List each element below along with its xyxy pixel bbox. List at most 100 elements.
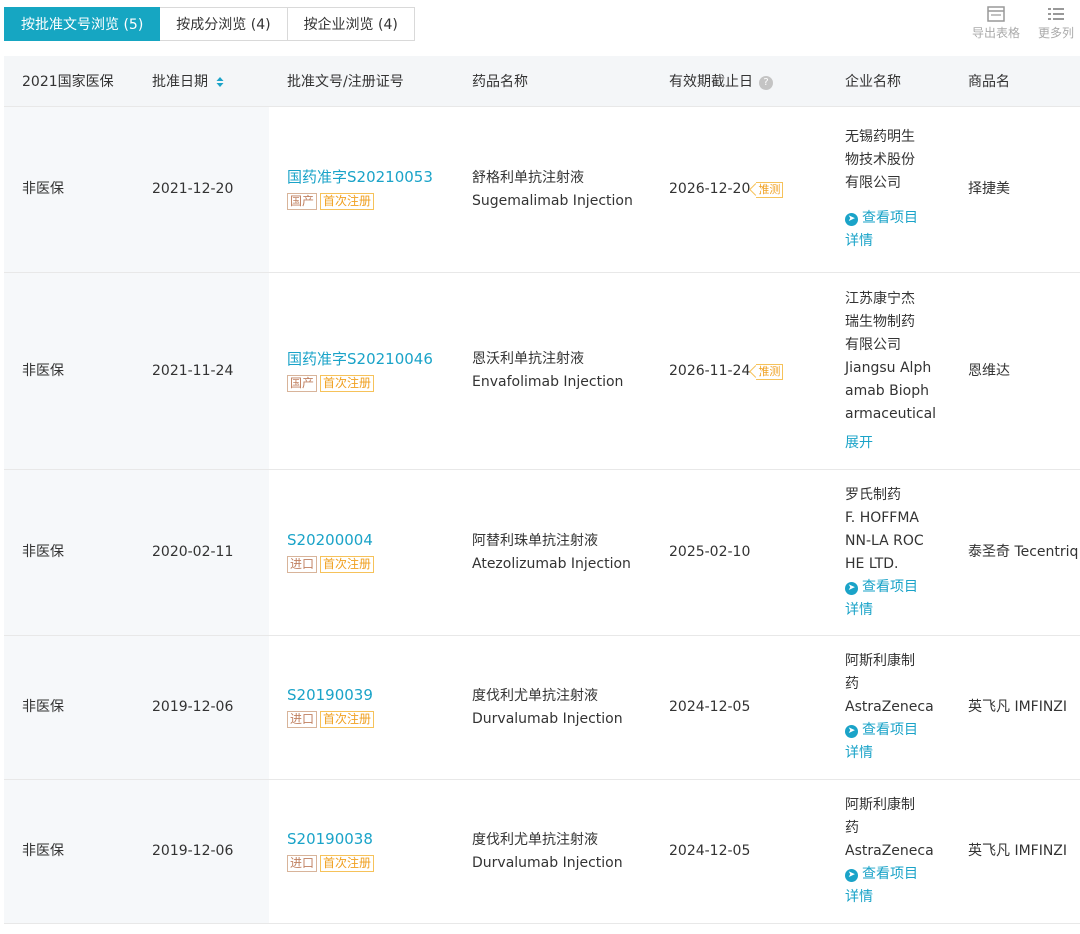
insurance-cell: 非医保: [4, 635, 134, 780]
company-line: HE LTD.: [845, 555, 899, 572]
company-cell: 江苏康宁杰瑞生物制药有限公司 Jiangsu Alph amab Bioph arma…: [827, 272, 950, 470]
header-brand: 商品名: [950, 56, 1080, 107]
expiry-date: 2025-02-10: [669, 544, 751, 560]
company-line: armaceutical: [845, 405, 937, 422]
brand-cell: 英飞凡 IMFINZI: [950, 635, 1080, 780]
drug-name-cell: 度伐利尤单抗注射液 Durvalumab Injection: [454, 779, 651, 924]
drug-name-en: Atezolizumab Injection: [472, 555, 631, 572]
drug-name-cell: 度伐利尤单抗注射液 Durvalumab Injection: [454, 635, 651, 780]
drug-name-en: Durvalumab Injection: [472, 710, 623, 727]
brand-cell: 英飞凡 IMFINZI: [950, 779, 1080, 924]
company-line: Jiangsu Alph: [845, 359, 932, 376]
company-line: 无锡药明生: [845, 129, 915, 145]
expiry-date: 2024-12-05: [669, 843, 751, 859]
arrow-right-circle-icon: ➤: [845, 869, 858, 882]
export-table-button[interactable]: 导出表格: [972, 6, 1020, 41]
estimated-tag: 推测: [756, 182, 784, 198]
approval-number-link[interactable]: 国药准字S20210053: [287, 168, 433, 186]
help-icon[interactable]: ?: [759, 76, 773, 90]
company-line: 药: [845, 820, 859, 836]
expand-link[interactable]: 展开: [845, 432, 950, 455]
approvals-table: 2021国家医保 批准日期 批准文号/注册证号 药品名称 有效期截止日? 企业名…: [4, 56, 1080, 924]
view-project-details-link[interactable]: ➤ 查看项目 详情: [845, 207, 950, 253]
approval-number-link[interactable]: S20190038: [287, 830, 373, 848]
view-project-details-link[interactable]: ➤ 查看项目 详情: [845, 719, 950, 765]
drug-name-en: Durvalumab Injection: [472, 854, 623, 871]
table-row: 非医保 2019-12-06 S20190039 进口 首次注册 度伐利尤单抗注射…: [4, 635, 1080, 780]
approval-date-cell: 2019-12-06: [134, 635, 269, 780]
drug-name-cell: 舒格利单抗注射液 Sugemalimab Injection: [454, 106, 651, 273]
brand-cell: 恩维达: [950, 272, 1080, 470]
company-line: 物技术股份: [845, 152, 915, 168]
brand-cell: 择捷美: [950, 106, 1080, 273]
expiry-cell: 2026-12-20 推测: [651, 106, 827, 273]
company-line: NN-LA ROC: [845, 532, 924, 549]
drug-name-cn: 舒格利单抗注射液: [472, 169, 584, 186]
header-drug-name: 药品名称: [454, 56, 651, 107]
company-line: 江苏康宁杰: [845, 290, 915, 307]
first-registration-tag: 首次注册: [320, 711, 375, 728]
view-project-details-link[interactable]: ➤ 查看项目 详情: [845, 863, 950, 909]
expiry-cell: 2026-11-24 推测: [651, 272, 827, 470]
company-line: amab Bioph: [845, 382, 929, 399]
company-line: 阿斯利康制: [845, 797, 915, 813]
company-line: 阿斯利康制: [845, 653, 915, 669]
expiry-date: 2026-12-20: [669, 181, 751, 197]
expiry-cell: 2025-02-10: [651, 469, 827, 636]
insurance-cell: 非医保: [4, 106, 134, 273]
header-company: 企业名称: [827, 56, 950, 107]
header-approval-number: 批准文号/注册证号: [269, 56, 454, 107]
view-project-details-link[interactable]: ➤ 查看项目 详情: [845, 576, 950, 622]
drug-name-cell: 恩沃利单抗注射液 Envafolimab Injection: [454, 272, 651, 470]
table-row: 非医保 2021-11-24 国药准字S20210046 国产 首次注册 恩沃利单…: [4, 272, 1080, 470]
header-approval-date[interactable]: 批准日期: [134, 56, 269, 107]
table-row: 非医保 2020-02-11 S20200004 进口 首次注册 阿替利珠单抗注射…: [4, 469, 1080, 636]
company-line: 药: [845, 676, 859, 692]
drug-name-cn: 度伐利尤单抗注射液: [472, 687, 598, 704]
table-icon: [987, 6, 1005, 22]
insurance-cell: 非医保: [4, 779, 134, 924]
tab-by-ingredient[interactable]: 按成分浏览 (4): [160, 7, 288, 41]
expiry-date: 2024-12-05: [669, 699, 751, 715]
more-columns-button[interactable]: 更多列: [1038, 6, 1074, 41]
header-expiry: 有效期截止日?: [651, 56, 827, 107]
expiry-cell: 2024-12-05: [651, 779, 827, 924]
approval-date-cell: 2019-12-06: [134, 779, 269, 924]
approval-number-cell: S20190039 进口 首次注册: [269, 635, 454, 780]
export-label: 导出表格: [971, 26, 1020, 40]
first-registration-tag: 首次注册: [320, 374, 375, 392]
first-registration-tag: 首次注册: [320, 855, 375, 872]
toolbar: 导出表格 更多列: [972, 6, 1074, 41]
approval-date-cell: 2021-11-24: [134, 272, 269, 470]
drug-name-cn: 度伐利尤单抗注射液: [472, 831, 598, 848]
tab-by-approval-number[interactable]: 按批准文号浏览 (5): [4, 7, 161, 41]
origin-tag: 国产: [287, 374, 318, 392]
drug-name-en: Envafolimab Injection: [472, 374, 624, 390]
drug-name-cn: 恩沃利单抗注射液: [472, 351, 584, 367]
company-cell: 罗氏制药 F. HOFFMA NN-LA ROC HE LTD. ➤ 查看项目 详情: [827, 469, 950, 636]
approval-number-cell: S20200004 进口 首次注册: [269, 469, 454, 636]
arrow-right-circle-icon: ➤: [845, 725, 858, 738]
expiry-date: 2026-11-24: [669, 362, 751, 379]
estimated-tag: 推测: [756, 363, 784, 380]
arrow-right-circle-icon: ➤: [845, 581, 858, 595]
approval-date-cell: 2021-12-20: [134, 106, 269, 273]
list-icon: [1047, 8, 1064, 20]
browse-tabs: 按批准文号浏览 (5) 按成分浏览 (4) 按企业浏览 (4): [4, 7, 415, 41]
company-cell: 无锡药明生物技术股份有限公司 ➤ 查看项目 详情: [827, 106, 950, 273]
company-line: 瑞生物制药: [845, 313, 915, 330]
approval-number-cell: 国药准字S20210053 国产 首次注册: [269, 106, 454, 273]
brand-cell: 泰圣奇 Tecentriq: [950, 469, 1080, 636]
approval-number-link[interactable]: S20200004: [287, 531, 373, 549]
drug-name-cell: 阿替利珠单抗注射液 Atezolizumab Injection: [454, 469, 651, 636]
sort-icon[interactable]: [216, 76, 224, 88]
company-line: 有限公司: [845, 175, 901, 191]
company-line: AstraZeneca: [845, 843, 934, 859]
origin-tag: 国产: [287, 193, 318, 210]
tab-by-company[interactable]: 按企业浏览 (4): [287, 7, 415, 41]
company-cell: 阿斯利康制药 AstraZeneca ➤ 查看项目 详情: [827, 635, 950, 780]
company-line: 有限公司: [845, 336, 901, 353]
approval-number-link[interactable]: 国药准字S20210046: [287, 350, 433, 368]
expiry-cell: 2024-12-05: [651, 635, 827, 780]
approval-number-link[interactable]: S20190039: [287, 686, 373, 704]
